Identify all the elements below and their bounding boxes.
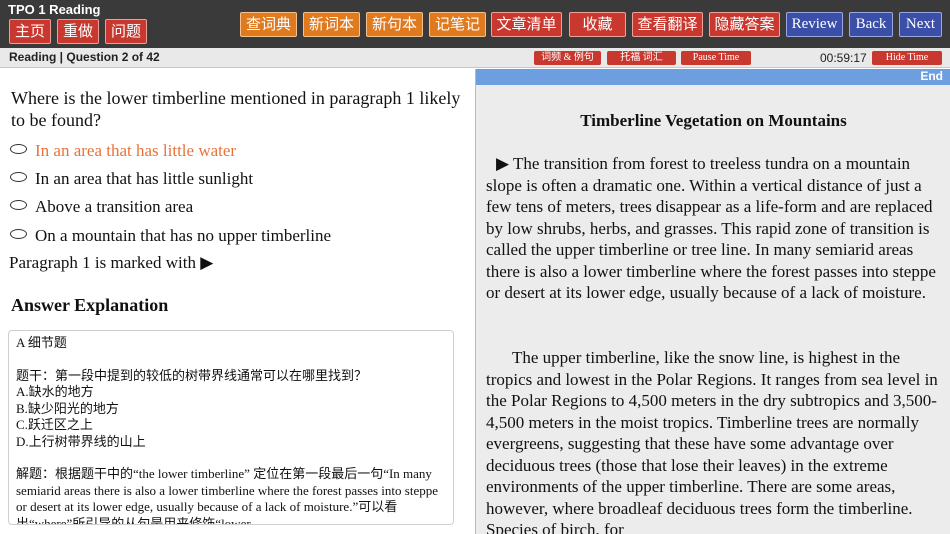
explanation-title: Answer Explanation — [11, 295, 169, 315]
answer-option-label: In an area that has little sunlight — [35, 169, 254, 188]
hide-time-button[interactable]: Hide Time — [872, 51, 942, 65]
radio-oval-icon[interactable] — [10, 229, 27, 239]
explanation-line: A 细节题 — [16, 335, 67, 350]
passage-panel[interactable]: End Timberline Vegetation on Mountains ▶… — [475, 69, 950, 534]
article-list-button[interactable]: 文章清单 — [491, 12, 562, 37]
status-bar: Reading | Question 2 of 42 词频 & 例句 托福 词汇… — [0, 48, 950, 68]
explanation-textbox[interactable]: A 细节题 题干：第一段中提到的较低的树带界线通常可以在哪里找到？ A.缺水的地… — [8, 330, 454, 525]
review-button[interactable]: Review — [786, 12, 843, 37]
answer-option-c[interactable]: Above a transition area — [10, 196, 193, 218]
new-sentences-button[interactable]: 新句本 — [366, 12, 423, 37]
explanation-line: 题干：第一段中提到的较低的树带界线通常可以在哪里找到？ — [16, 367, 368, 383]
redo-button[interactable]: 重做 — [57, 19, 99, 44]
paragraph-marker-note: Paragraph 1 is marked with ▶ — [9, 253, 214, 272]
radio-oval-icon[interactable] — [10, 172, 27, 182]
end-link[interactable]: End — [920, 69, 943, 84]
hide-answer-button[interactable]: 隐藏答案 — [709, 12, 780, 37]
issues-button[interactable]: 问题 — [105, 19, 147, 44]
question-panel: Where is the lower timberline mentioned … — [0, 69, 474, 534]
answer-option-label: In an area that has little water — [35, 141, 237, 160]
explanation-line: C.跃迁区之上 — [16, 417, 93, 432]
home-button[interactable]: 主页 — [9, 19, 51, 44]
word-frequency-button[interactable]: 词频 & 例句 — [534, 51, 601, 65]
explanation-line: 解题：根据题干中的“the lower timberline” 定位在第一段最后… — [16, 466, 438, 525]
radio-oval-icon[interactable] — [10, 144, 27, 154]
radio-oval-icon[interactable] — [10, 200, 27, 210]
explanation-line: D.上行树带界线的山上 — [16, 433, 146, 449]
answer-option-a[interactable]: In an area that has little water — [10, 140, 236, 162]
passage-paragraph-2: The upper timberline, like the snow line… — [486, 348, 938, 534]
dictionary-button[interactable]: 查词典 — [240, 12, 297, 37]
back-button[interactable]: Back — [849, 12, 893, 37]
timer: 00:59:17 — [820, 51, 867, 65]
notes-button[interactable]: 记笔记 — [429, 12, 486, 37]
view-translation-button[interactable]: 查看翻译 — [632, 12, 703, 37]
pause-time-button[interactable]: Pause Time — [681, 51, 751, 65]
toefl-vocab-button[interactable]: 托福 词汇 — [607, 51, 676, 65]
new-words-button[interactable]: 新词本 — [303, 12, 360, 37]
passage-header-bar: End — [476, 69, 950, 85]
question-text: Where is the lower timberline mentioned … — [11, 88, 461, 130]
answer-option-label: Above a transition area — [35, 197, 194, 216]
passage-title: Timberline Vegetation on Mountains — [580, 111, 847, 130]
favorite-button[interactable]: 收藏 — [569, 12, 626, 37]
question-progress: Reading | Question 2 of 42 — [9, 50, 160, 64]
answer-option-label: On a mountain that has no upper timberli… — [35, 226, 332, 245]
top-toolbar: TPO 1 Reading 主页 重做 问题 查词典 新词本 新句本 记笔记 文… — [0, 0, 950, 48]
answer-option-d[interactable]: On a mountain that has no upper timberli… — [10, 225, 331, 247]
next-button[interactable]: Next — [899, 12, 942, 37]
answer-option-b[interactable]: In an area that has little sunlight — [10, 168, 253, 190]
passage-paragraph-1: ▶ The transition from forest to treeless… — [486, 154, 936, 302]
app-title: TPO 1 Reading — [8, 2, 101, 17]
explanation-line: B.缺少阳光的地方 — [16, 400, 119, 416]
explanation-line: A.缺水的地方 — [16, 384, 94, 399]
